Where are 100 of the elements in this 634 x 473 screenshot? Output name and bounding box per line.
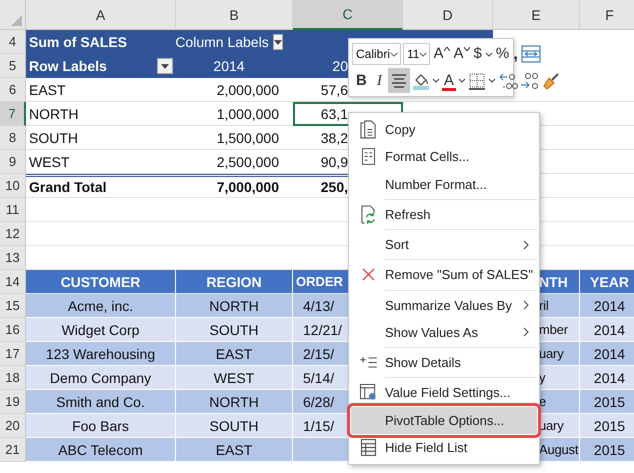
table-cell: WEST — [176, 366, 293, 390]
row-header[interactable]: 18 — [0, 366, 26, 390]
menu-item[interactable]: Sort — [351, 231, 537, 258]
row-header[interactable]: 12 — [0, 222, 26, 246]
column-header[interactable]: C — [293, 0, 403, 30]
column-header[interactable]: A — [26, 0, 176, 30]
table-cell: ABC Telecom — [26, 438, 176, 462]
table-cell: 2014 — [580, 342, 634, 366]
format-cells-icon — [362, 148, 374, 166]
filter-dropdown-button[interactable] — [157, 58, 173, 74]
row-header[interactable]: 9 — [0, 150, 26, 174]
field-settings-icon — [360, 384, 376, 402]
decrease-font-size-button[interactable]: A — [452, 43, 471, 65]
format-button[interactable]: $ — [472, 43, 483, 65]
table-cell: 2014 — [580, 318, 634, 342]
pivot-cell: WEST — [26, 150, 176, 174]
table-cell: Widget Corp — [26, 318, 176, 342]
row-header[interactable]: 19 — [0, 390, 26, 414]
row-header[interactable]: 11 — [0, 198, 26, 222]
refresh-icon — [360, 204, 376, 224]
wrap-text-icon[interactable] — [520, 45, 541, 63]
table-cell: 2014 — [580, 294, 634, 318]
column-header[interactable]: E — [493, 0, 580, 30]
caret-icon[interactable] — [484, 52, 493, 56]
show-details-icon — [360, 357, 376, 368]
triangle-icon — [11, 15, 22, 26]
menu-item[interactable]: PivotTable Options... — [351, 406, 537, 434]
column-header[interactable]: D — [403, 0, 493, 30]
table-cell: 123 Warehousing — [26, 342, 176, 366]
font-name-dropdown[interactable]: Calibri — [352, 43, 402, 65]
pivot-cell: EAST — [26, 78, 176, 102]
table-cell: 2014 — [580, 366, 634, 390]
row-header[interactable]: 6 — [0, 78, 26, 102]
table-cell: 2015 — [580, 438, 634, 462]
decrease-decimal-icon[interactable] — [520, 72, 540, 90]
table-cell: SOUTH — [176, 318, 293, 342]
caret-icon[interactable] — [488, 78, 496, 83]
table-cell: Acme, inc. — [26, 294, 176, 318]
row-header[interactable]: 20 — [0, 414, 26, 438]
caret-icon[interactable] — [432, 78, 440, 83]
field-list-icon — [360, 438, 376, 456]
row-header[interactable]: 10 — [0, 174, 26, 198]
table-cell: Demo Company — [26, 366, 176, 390]
column-heading: YEAR — [580, 270, 634, 294]
font-color-button[interactable]: A — [442, 70, 456, 90]
table-cell: 2015 — [580, 414, 634, 438]
table-cell: Foo Bars — [26, 414, 176, 438]
pivot-header-cell: Row Labels — [26, 54, 176, 78]
increase-decimal-icon[interactable] — [498, 72, 518, 90]
align-center-icon — [390, 74, 407, 88]
table-cell: NORTH — [176, 294, 293, 318]
row-header[interactable]: 16 — [0, 318, 26, 342]
up-caret-icon — [444, 47, 450, 51]
row-header[interactable]: 15 — [0, 294, 26, 318]
grand-total-cell: 7,000,000 — [176, 174, 293, 198]
filter-dropdown-button[interactable] — [272, 34, 283, 50]
caret-icon[interactable] — [458, 78, 466, 83]
table-cell: EAST — [176, 342, 293, 366]
fill-color-icon[interactable] — [412, 72, 430, 90]
caret-icon — [390, 52, 398, 56]
table-cell: NORTH — [176, 390, 293, 414]
pivot-cell: SOUTH — [26, 126, 176, 150]
close-icon — [362, 268, 374, 282]
down-caret-icon — [464, 47, 470, 51]
row-header[interactable]: 7 — [0, 102, 26, 126]
table-cell: Smith and Co. — [26, 390, 176, 414]
table-cell: SOUTH — [176, 414, 293, 438]
copy-icon — [360, 120, 376, 140]
column-heading: REGION — [176, 270, 293, 294]
column-heading: CUSTOMER — [26, 270, 176, 294]
grand-total-cell: Grand Total — [26, 174, 176, 198]
format-painter-icon[interactable] — [542, 72, 560, 90]
format-button[interactable]: % — [494, 43, 510, 65]
row-header[interactable]: 8 — [0, 126, 26, 150]
increase-font-size-button[interactable]: A — [432, 43, 450, 65]
table-cell: EAST — [176, 438, 293, 462]
center-align-button[interactable] — [388, 68, 410, 93]
pivot-cell: 1,000,000 — [176, 102, 293, 126]
font-size-dropdown[interactable]: 11 — [403, 43, 430, 65]
row-header[interactable]: 21 — [0, 438, 26, 462]
table-cell: 2015 — [580, 390, 634, 414]
pivot-cell: 2,500,000 — [176, 150, 293, 174]
pivot-header-cell: Sum of SALES — [26, 30, 176, 54]
column-header[interactable]: B — [176, 0, 293, 30]
caret-icon — [161, 64, 169, 68]
menu-item[interactable]: Refresh — [351, 200, 537, 228]
row-header[interactable]: 17 — [0, 342, 26, 366]
caret-icon — [274, 40, 282, 44]
pivot-cell: NORTH — [26, 102, 176, 126]
row-header[interactable]: 4 — [0, 30, 26, 54]
row-header[interactable]: 5 — [0, 54, 26, 78]
comma-style-button[interactable]: , — [512, 43, 519, 65]
caret-icon — [419, 52, 428, 56]
borders-icon[interactable] — [468, 72, 486, 90]
column-header[interactable]: F — [580, 0, 634, 30]
row-header[interactable]: 14 — [0, 270, 26, 294]
row-header[interactable]: 13 — [0, 246, 26, 270]
pivot-header-cell: 2014 — [176, 54, 293, 78]
pivot-cell: 2,000,000 — [176, 78, 293, 102]
pivot-cell: 1,500,000 — [176, 126, 293, 150]
